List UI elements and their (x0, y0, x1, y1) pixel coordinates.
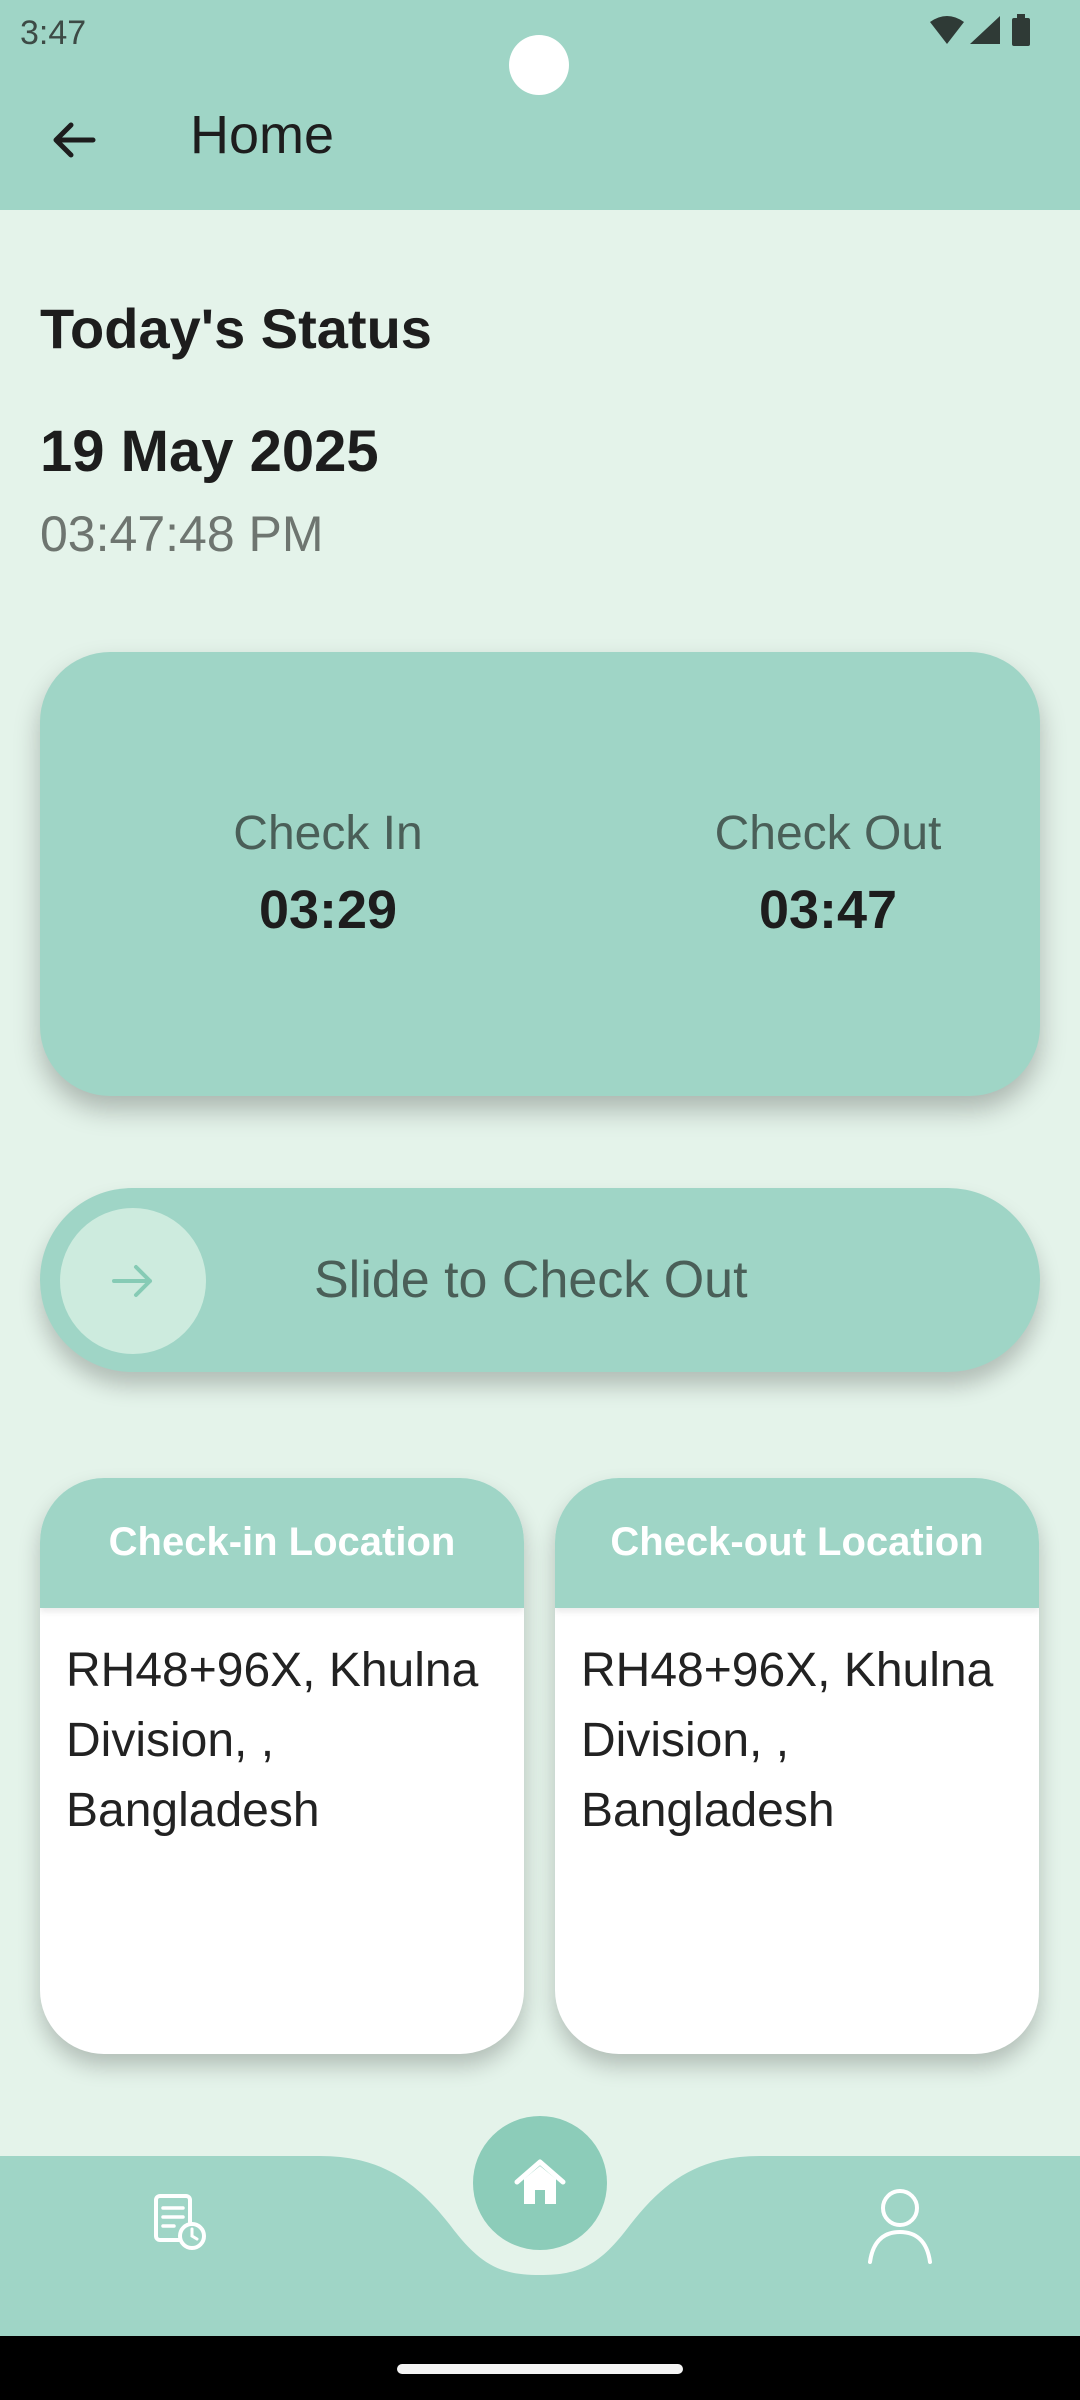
current-time: 03:47:48 PM (40, 506, 324, 562)
check-in-time: 03:29 (258, 880, 398, 940)
camera-cutout (509, 35, 569, 95)
nav-profile[interactable] (852, 2178, 948, 2274)
status-bar-time: 3:47 (20, 14, 87, 52)
status-heading: Today's Status (40, 297, 432, 360)
check-in-location-card: Check-in Location RH48+96X, Khulna Divis… (40, 1478, 524, 2054)
nav-history[interactable] (140, 2182, 220, 2262)
home-gesture-handle[interactable] (397, 2364, 683, 2374)
home-icon (514, 2159, 566, 2204)
check-out-time: 03:47 (758, 880, 898, 940)
check-out-label: Check Out (714, 807, 942, 860)
app-bar (0, 0, 1080, 210)
back-button[interactable] (36, 102, 112, 178)
check-in-location-address: RH48+96X, Khulna Division, , Bangladesh (66, 1644, 479, 1837)
battery-icon (1012, 14, 1030, 46)
current-date: 19 May 2025 (40, 419, 379, 484)
check-in-location-title: Check-in Location (40, 1478, 524, 1608)
signal-icon (970, 16, 1000, 44)
slider-knob[interactable] (60, 1208, 206, 1354)
check-in-column: Check In 03:29 (128, 806, 528, 941)
check-out-location-title: Check-out Location (555, 1478, 1039, 1608)
profile-icon (868, 2189, 932, 2264)
page-title: Home (190, 105, 335, 165)
arrow-left-icon (53, 122, 96, 158)
check-in-label: Check In (233, 807, 423, 860)
nav-home[interactable] (473, 2116, 607, 2250)
arrow-right-icon (112, 1265, 152, 1297)
slide-to-check-out[interactable]: Slide to Check Out (40, 1188, 1040, 1372)
check-out-location-card: Check-out Location RH48+96X, Khulna Divi… (555, 1478, 1039, 2054)
check-out-location-address: RH48+96X, Khulna Division, , Bangladesh (581, 1644, 994, 1837)
slider-label: Slide to Check Out (314, 1251, 748, 1309)
check-out-column: Check Out 03:47 (628, 806, 1028, 941)
status-icons (922, 12, 1052, 52)
history-icon (154, 2194, 206, 2250)
attendance-card: Check In 03:29 Check Out 03:47 (40, 652, 1040, 1096)
wifi-icon (930, 16, 964, 44)
